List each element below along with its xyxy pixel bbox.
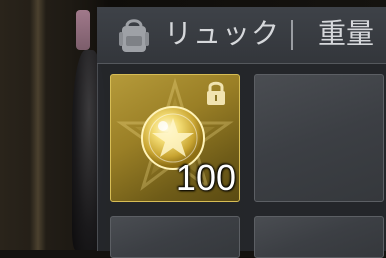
- inventory-slot-empty[interactable]: [254, 216, 384, 258]
- background-character-hair: [76, 10, 90, 50]
- weight-label: 重量: [318, 17, 375, 50]
- backpack-icon: [119, 19, 149, 52]
- item-count: 100: [175, 157, 236, 198]
- header-divider: [291, 20, 293, 50]
- inventory-slot-empty[interactable]: [254, 74, 384, 202]
- background-light-streak: [30, 0, 46, 250]
- inventory-title: リュック: [164, 17, 281, 50]
- lock-icon: [207, 81, 225, 105]
- inventory-slot-empty[interactable]: [110, 216, 240, 258]
